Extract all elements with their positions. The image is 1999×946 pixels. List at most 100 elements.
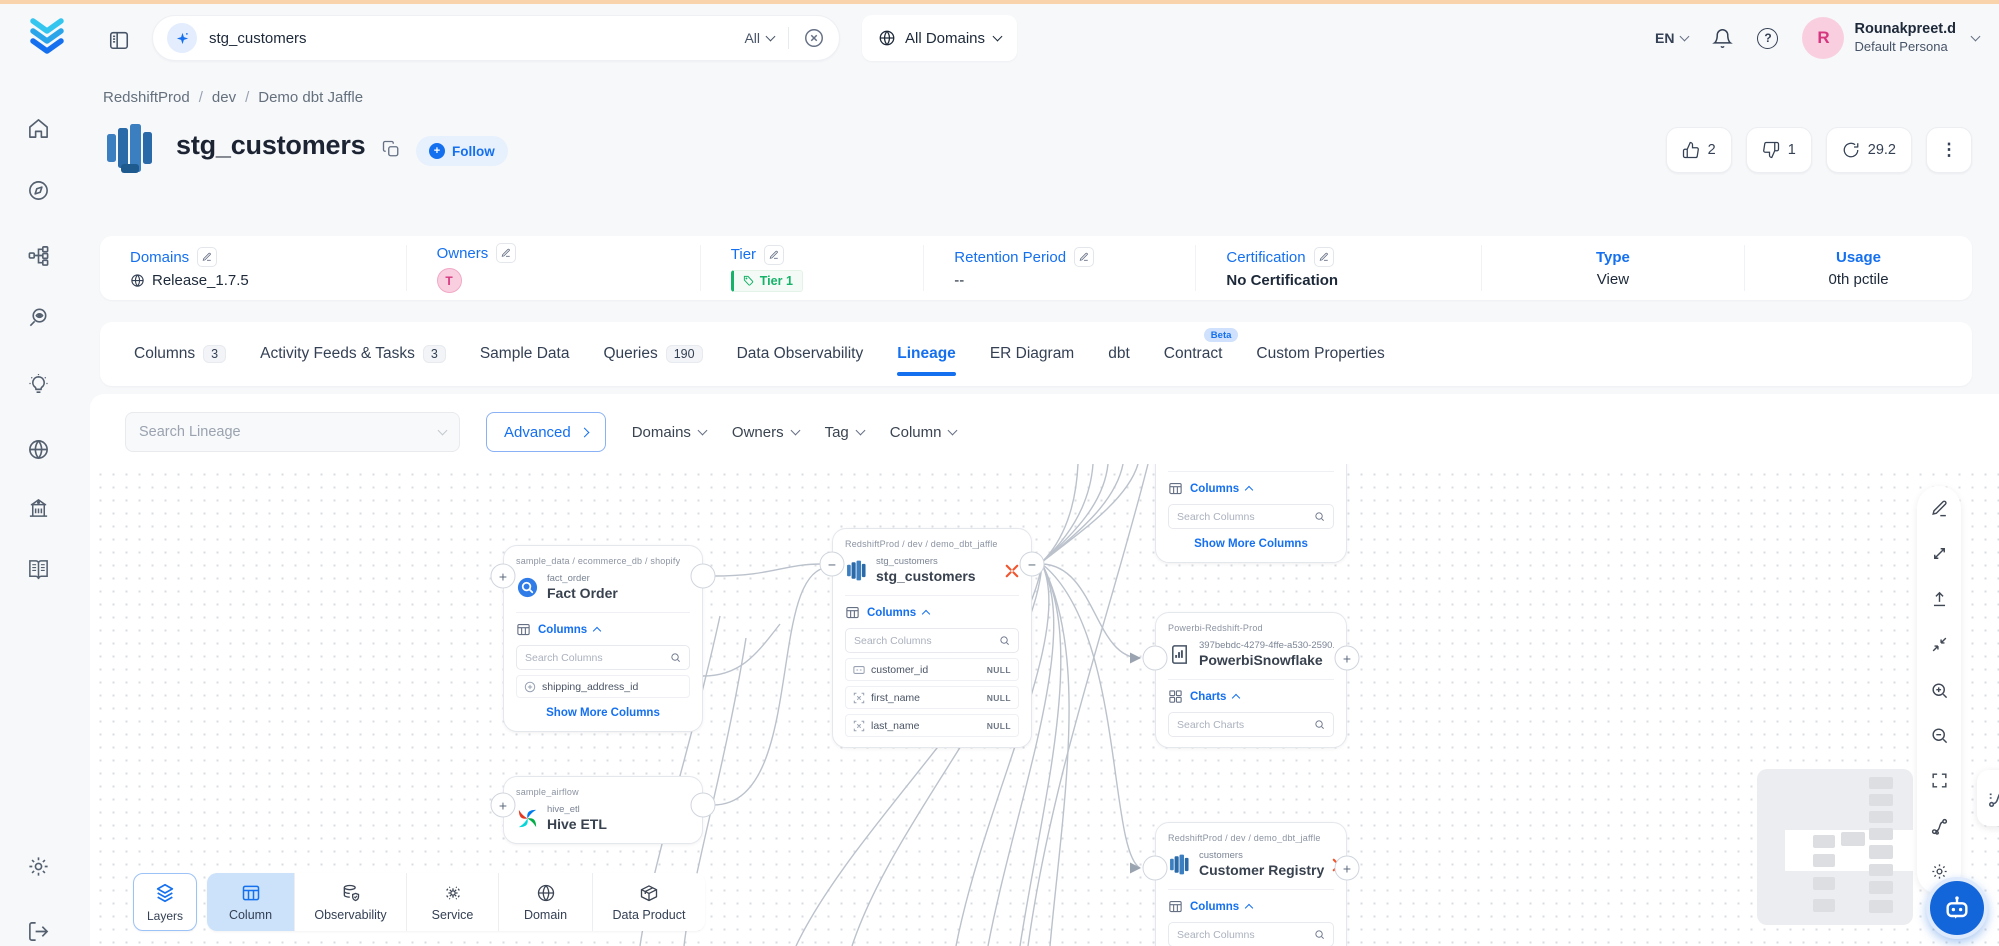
upvote-button[interactable]: 2 [1666, 127, 1732, 173]
tab-columns[interactable]: Columns3 [134, 345, 226, 363]
discovery-search-icon[interactable] [27, 306, 50, 329]
export-icon[interactable] [1930, 590, 1949, 609]
layer-service-button[interactable]: Service [407, 873, 499, 931]
breadcrumb-service[interactable]: RedshiftProd [103, 89, 190, 106]
edit-owners-icon[interactable] [496, 243, 516, 263]
tab-dbt[interactable]: dbt [1108, 345, 1130, 363]
lineage-node-partial[interactable]: Columns Show More Columns [1155, 464, 1347, 563]
edit-tier-icon[interactable] [764, 245, 784, 265]
collapse-upstream-port[interactable]: − [820, 552, 845, 577]
column-row[interactable]: last_name NULL [845, 714, 1019, 737]
advanced-filter-button[interactable]: Advanced [486, 412, 606, 452]
filter-tag-dropdown[interactable]: Tag [825, 424, 864, 441]
explore-compass-icon[interactable] [27, 179, 50, 202]
edge-port[interactable] [691, 793, 716, 818]
tab-er-diagram[interactable]: ER Diagram [990, 345, 1074, 363]
layer-data-product-button[interactable]: Data Product [593, 873, 705, 931]
show-more-columns-link[interactable]: Show More Columns [1168, 538, 1334, 550]
sidebar-toggle-icon[interactable] [108, 29, 130, 51]
owner-avatar[interactable]: T [437, 268, 462, 293]
copy-link-icon[interactable] [382, 140, 400, 158]
breadcrumb-database[interactable]: dev [212, 89, 236, 106]
node-column-search[interactable] [1168, 922, 1334, 946]
govern-bank-icon[interactable] [27, 496, 50, 519]
chatbot-button[interactable] [1926, 877, 1988, 939]
follow-button[interactable]: + Follow [416, 136, 508, 166]
all-domains-dropdown[interactable]: All Domains [862, 15, 1017, 61]
fit-lineage-icon[interactable] [1930, 817, 1949, 836]
lineage-node-fact-order[interactable]: sample_data / ecommerce_db / shopify fac… [503, 545, 703, 732]
lineage-node-hive-etl[interactable]: sample_airflow hive_etl Hive ETL [503, 776, 703, 844]
remove-node-icon[interactable] [1005, 564, 1019, 578]
resize-diagonal-icon[interactable] [1930, 544, 1949, 563]
layers-button[interactable]: Layers [133, 873, 197, 931]
filter-domains-dropdown[interactable]: Domains [632, 424, 706, 441]
collapse-view-icon[interactable] [1930, 635, 1949, 654]
expand-upstream-port[interactable]: + [491, 793, 516, 818]
node-search-input[interactable] [1177, 929, 1314, 941]
logout-icon[interactable] [27, 920, 50, 943]
lineage-node-powerbi[interactable]: Powerbi-Redshift-Prod 397bebdc-4279-4ffe… [1155, 612, 1347, 748]
zoom-in-icon[interactable] [1930, 681, 1949, 700]
search-input[interactable] [209, 30, 744, 47]
edge-port[interactable] [1143, 646, 1168, 671]
domains-value[interactable]: Release_1.7.5 [152, 272, 249, 289]
expand-upstream-port[interactable]: + [491, 564, 516, 589]
filter-owners-dropdown[interactable]: Owners [732, 424, 799, 441]
lineage-minimap[interactable] [1757, 769, 1913, 925]
tab-data-observability[interactable]: Data Observability [737, 345, 864, 363]
node-search-input[interactable] [854, 635, 999, 647]
clear-search-icon[interactable] [803, 27, 825, 49]
lineage-node-stg-customers[interactable]: RedshiftProd / dev / demo_dbt_jaffle stg… [832, 528, 1032, 748]
tab-activity-feeds[interactable]: Activity Feeds & Tasks3 [260, 345, 446, 363]
tier-badge[interactable]: Tier 1 [731, 270, 803, 292]
domains-globe-icon[interactable] [27, 438, 50, 461]
help-icon[interactable]: ? [1757, 28, 1778, 49]
tab-custom-properties[interactable]: Custom Properties [1256, 345, 1384, 363]
tab-contract[interactable]: ContractBeta [1164, 345, 1223, 363]
edge-port[interactable] [691, 564, 716, 589]
insights-bulb-icon[interactable] [27, 373, 50, 396]
node-column-search[interactable] [1168, 504, 1334, 529]
node-chart-search[interactable] [1168, 712, 1334, 737]
expand-downstream-port[interactable]: + [1335, 856, 1360, 881]
column-row[interactable]: customer_id NULL [845, 658, 1019, 681]
version-button[interactable]: 29.2 [1826, 127, 1912, 173]
glossary-book-icon[interactable] [27, 558, 50, 581]
expand-downstream-port[interactable]: + [1335, 646, 1360, 671]
downvote-button[interactable]: 1 [1746, 127, 1812, 173]
layer-observability-button[interactable]: Observability [295, 873, 407, 931]
fullscreen-icon[interactable] [1930, 771, 1949, 790]
docked-panel-card[interactable] [1977, 770, 1999, 826]
node-column-search[interactable] [516, 645, 690, 670]
layer-column-button[interactable]: Column [207, 873, 295, 931]
edge-port[interactable] [1143, 856, 1168, 881]
lineage-canvas[interactable]: Columns Show More Columns sample_data / … [90, 464, 1999, 946]
search-scope-dropdown[interactable]: All [744, 30, 774, 46]
lineage-search[interactable] [125, 412, 460, 452]
column-row[interactable]: shipping_address_id [516, 675, 690, 698]
node-columns-section[interactable]: Columns [516, 612, 690, 637]
node-columns-section[interactable]: Columns [1168, 889, 1334, 914]
column-row[interactable]: first_name NULL [845, 686, 1019, 709]
node-search-input[interactable] [525, 652, 670, 664]
edit-domains-icon[interactable] [197, 247, 217, 267]
node-search-input[interactable] [1177, 511, 1314, 523]
tab-lineage[interactable]: Lineage [897, 345, 956, 363]
app-logo[interactable] [24, 14, 70, 60]
breadcrumb-schema[interactable]: Demo dbt Jaffle [258, 89, 363, 106]
edit-certification-icon[interactable] [1314, 247, 1334, 267]
global-search-bar[interactable]: All [152, 15, 840, 61]
tab-sample-data[interactable]: Sample Data [480, 345, 570, 363]
tab-queries[interactable]: Queries190 [603, 345, 702, 363]
node-columns-section[interactable]: Columns [845, 595, 1019, 620]
more-actions-button[interactable]: ⋮ [1926, 127, 1972, 173]
node-search-input[interactable] [1177, 719, 1314, 731]
lineage-node-customer-registry[interactable]: RedshiftProd / dev / demo_dbt_jaffle cus… [1155, 822, 1347, 946]
show-more-columns-link[interactable]: Show More Columns [516, 707, 690, 719]
collapse-downstream-port[interactable]: − [1020, 552, 1045, 577]
node-column-search[interactable] [845, 628, 1019, 653]
node-columns-section[interactable]: Columns [1168, 471, 1334, 496]
edit-retention-icon[interactable] [1074, 247, 1094, 267]
zoom-out-icon[interactable] [1930, 726, 1949, 745]
